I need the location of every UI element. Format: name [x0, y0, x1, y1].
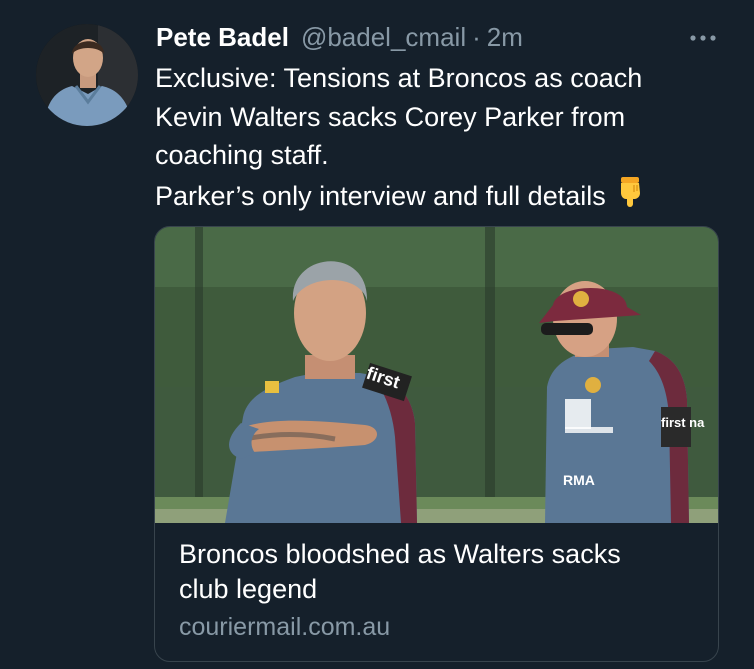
tweet[interactable]: Pete Badel @badel_cmail · 2m Exclusive: … [0, 0, 754, 669]
link-card[interactable]: first first na RMA Broncos bloodshed as … [154, 226, 719, 662]
card-image[interactable]: first first na RMA [155, 227, 718, 523]
card-title-line: Broncos bloodshed as Walters sacks [179, 539, 621, 569]
tweet-header: Pete Badel @badel_cmail · 2m [156, 20, 523, 54]
tweet-text-line: Exclusive: Tensions at Broncos as coach [155, 63, 643, 93]
author-name[interactable]: Pete Badel [156, 20, 289, 54]
tweet-timestamp[interactable]: 2m [487, 20, 523, 54]
separator: · [472, 22, 481, 52]
card-domain: couriermail.com.au [179, 613, 391, 641]
tweet-text-line: Kevin Walters sacks Corey Parker from [155, 101, 626, 132]
author-avatar[interactable] [36, 24, 138, 126]
more-options-icon[interactable] [684, 26, 724, 50]
jersey-sponsor-right: first na [661, 415, 705, 430]
tweet-text: Exclusive: Tensions at Broncos as coach … [155, 59, 735, 219]
tweet-text-line: coaching staff. [155, 140, 329, 170]
backhand-index-pointing-down-icon [618, 175, 644, 220]
tweet-text-line: Parker’s only interview and full details [155, 180, 606, 211]
card-title: Broncos bloodshed as Walters sacks club … [179, 537, 699, 607]
card-text: Broncos bloodshed as Walters sacks club … [179, 537, 699, 644]
tweet-text-line-with-emoji: Parker’s only interview and full details [155, 175, 735, 220]
jersey-sponsor-rma: RMA [563, 472, 595, 488]
author-handle[interactable]: @badel_cmail [301, 20, 466, 54]
card-title-line: club legend [179, 574, 318, 604]
